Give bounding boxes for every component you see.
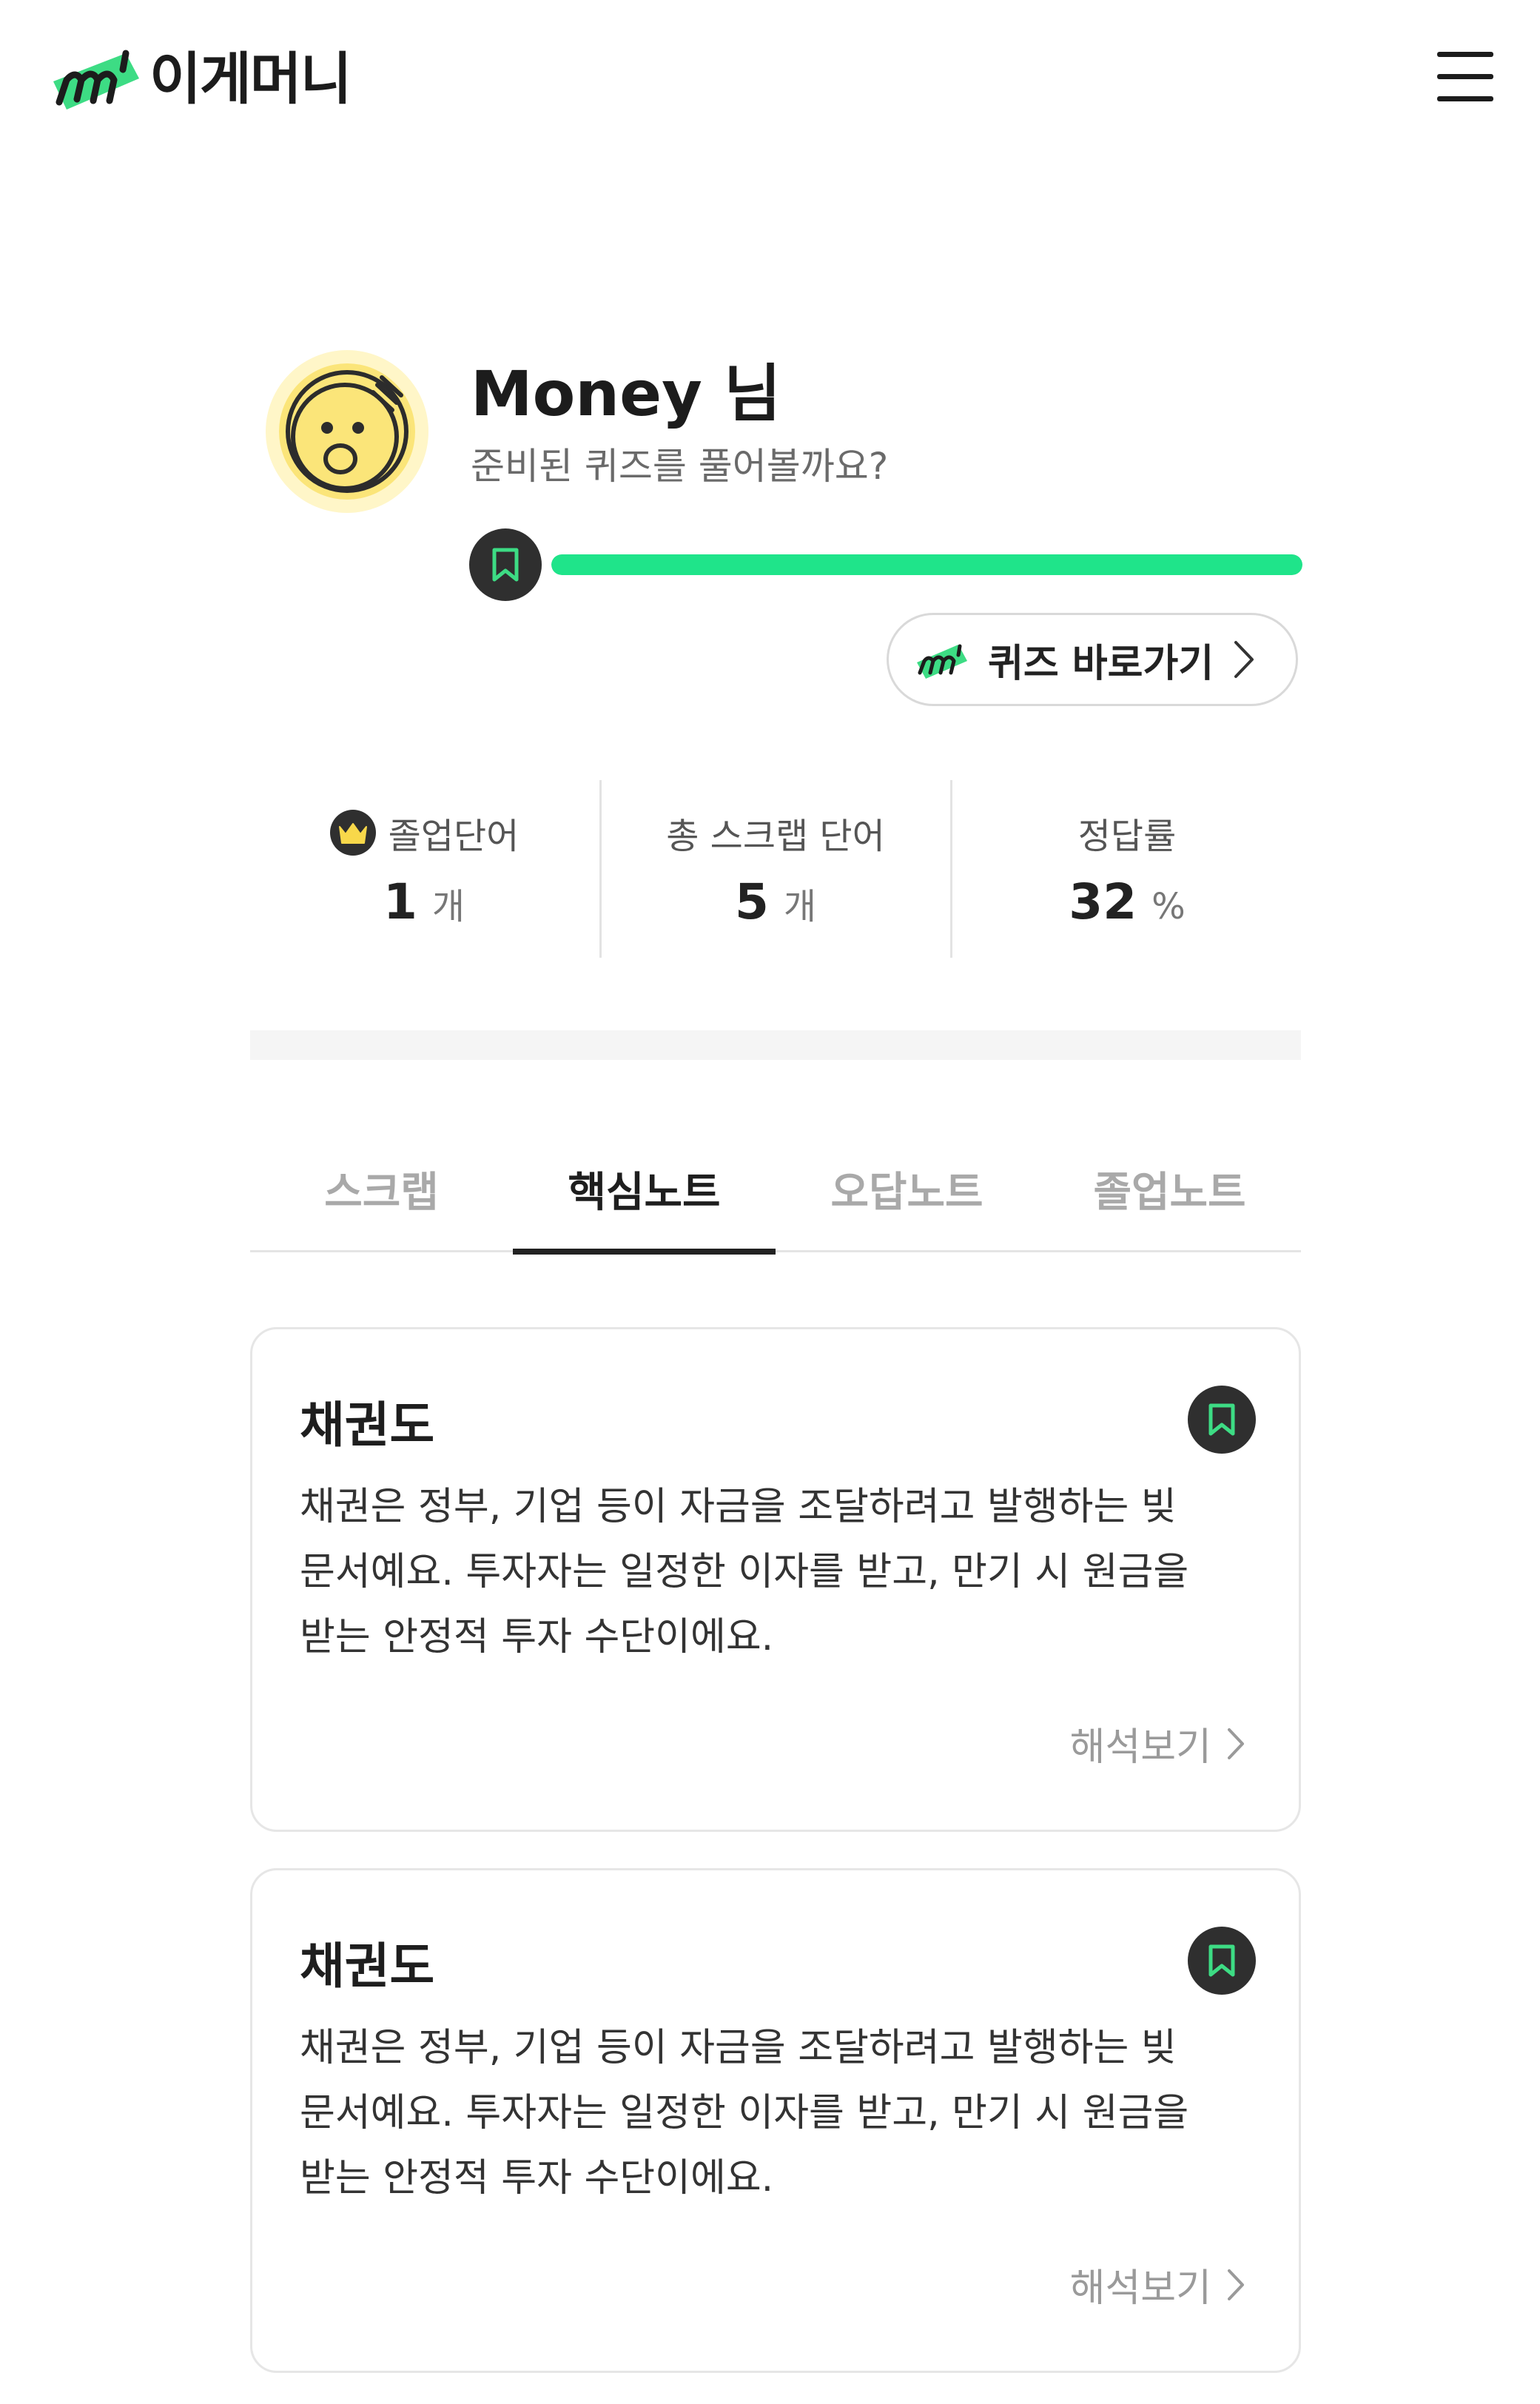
stat-value: 5 [734,873,769,930]
note-card-body: 채권은 정부, 기업 등이 자금을 조달하려고 발행하는 빚 문서예요. 투자자… [300,1485,1189,1659]
chevron-right-icon [1228,1728,1244,1759]
progress-bar-fill [551,554,1302,575]
stat-label: 총 스크랩 단어 [666,816,885,857]
brand-name: 이게머니 [149,46,352,112]
stat-unit: 개 [783,886,817,927]
note-card-title: 채권도 [300,1938,435,1995]
note-card[interactable]: 채권도 채권은 정부, 기업 등이 자금을 조달하려고 발행하는 빚 문서예요.… [250,1868,1301,2373]
chevron-right-icon [1228,2269,1244,2300]
brand-m-logo-icon [53,50,139,110]
tab-graduate-notes[interactable]: 졸업노트 [1038,1132,1301,1252]
stat-unit: % [1151,886,1186,927]
note-card-title: 채권도 [300,1397,435,1454]
view-explanation-link[interactable]: 해석보기 [1070,2257,1245,2312]
note-tabs: 스크랩 핵심노트 오답노트 졸업노트 [250,1132,1301,1255]
note-card[interactable]: 채권도 채권은 정부, 기업 등이 자금을 조달하려고 발행하는 빚 문서예요.… [250,1327,1301,1832]
stat-label: 정답률 [1077,816,1177,857]
bookmark-icon [1208,1944,1235,1977]
stat-value: 1 [383,873,417,930]
progress-bar [551,554,1302,575]
coin-face-icon [266,350,428,513]
tab-core-notes[interactable]: 핵심노트 [513,1132,776,1255]
tab-scrap[interactable]: 스크랩 [250,1132,513,1252]
stat-accuracy: 정답률 32 % [953,777,1301,961]
brand-m-logo-icon [917,644,967,679]
tab-wrong-notes[interactable]: 오답노트 [776,1132,1038,1252]
bookmark-icon [1208,1403,1235,1436]
profile-name: Money 님 [471,357,781,430]
progress-bookmark-badge [469,528,542,601]
crown-icon [329,810,376,856]
chevron-right-icon [1234,641,1254,678]
stat-unit: 개 [431,886,465,927]
note-card-body: 채권은 정부, 기업 등이 자금을 조달하려고 발행하는 빚 문서예요. 투자자… [300,2026,1189,2200]
quiz-shortcut-label: 퀴즈 바로가기 [988,641,1214,686]
view-explanation-link[interactable]: 해석보기 [1070,1716,1245,1771]
brand-logo[interactable]: 이게머니 [49,38,352,120]
stat-value: 32 [1069,873,1137,930]
stats-panel: 졸업단어 1 개 총 스크랩 단어 5 개 정답률 32 % [250,777,1301,961]
section-divider [250,1030,1301,1060]
bookmark-button[interactable] [1188,1386,1256,1454]
hamburger-menu-icon [1437,52,1493,57]
quiz-shortcut-button[interactable]: 퀴즈 바로가기 [887,613,1298,706]
stat-total-scraps: 총 스크랩 단어 5 개 [602,777,949,961]
stat-label: 졸업단어 [388,816,520,857]
app-header: 이게머니 [0,0,1540,148]
bookmark-button[interactable] [1188,1927,1256,1995]
stat-graduated-words: 졸업단어 1 개 [250,777,598,961]
stat-divider [950,780,952,958]
profile-subtitle: 준비된 퀴즈를 풀어볼까요? [471,445,889,488]
menu-button[interactable] [1434,49,1496,105]
bookmark-icon [492,548,519,582]
